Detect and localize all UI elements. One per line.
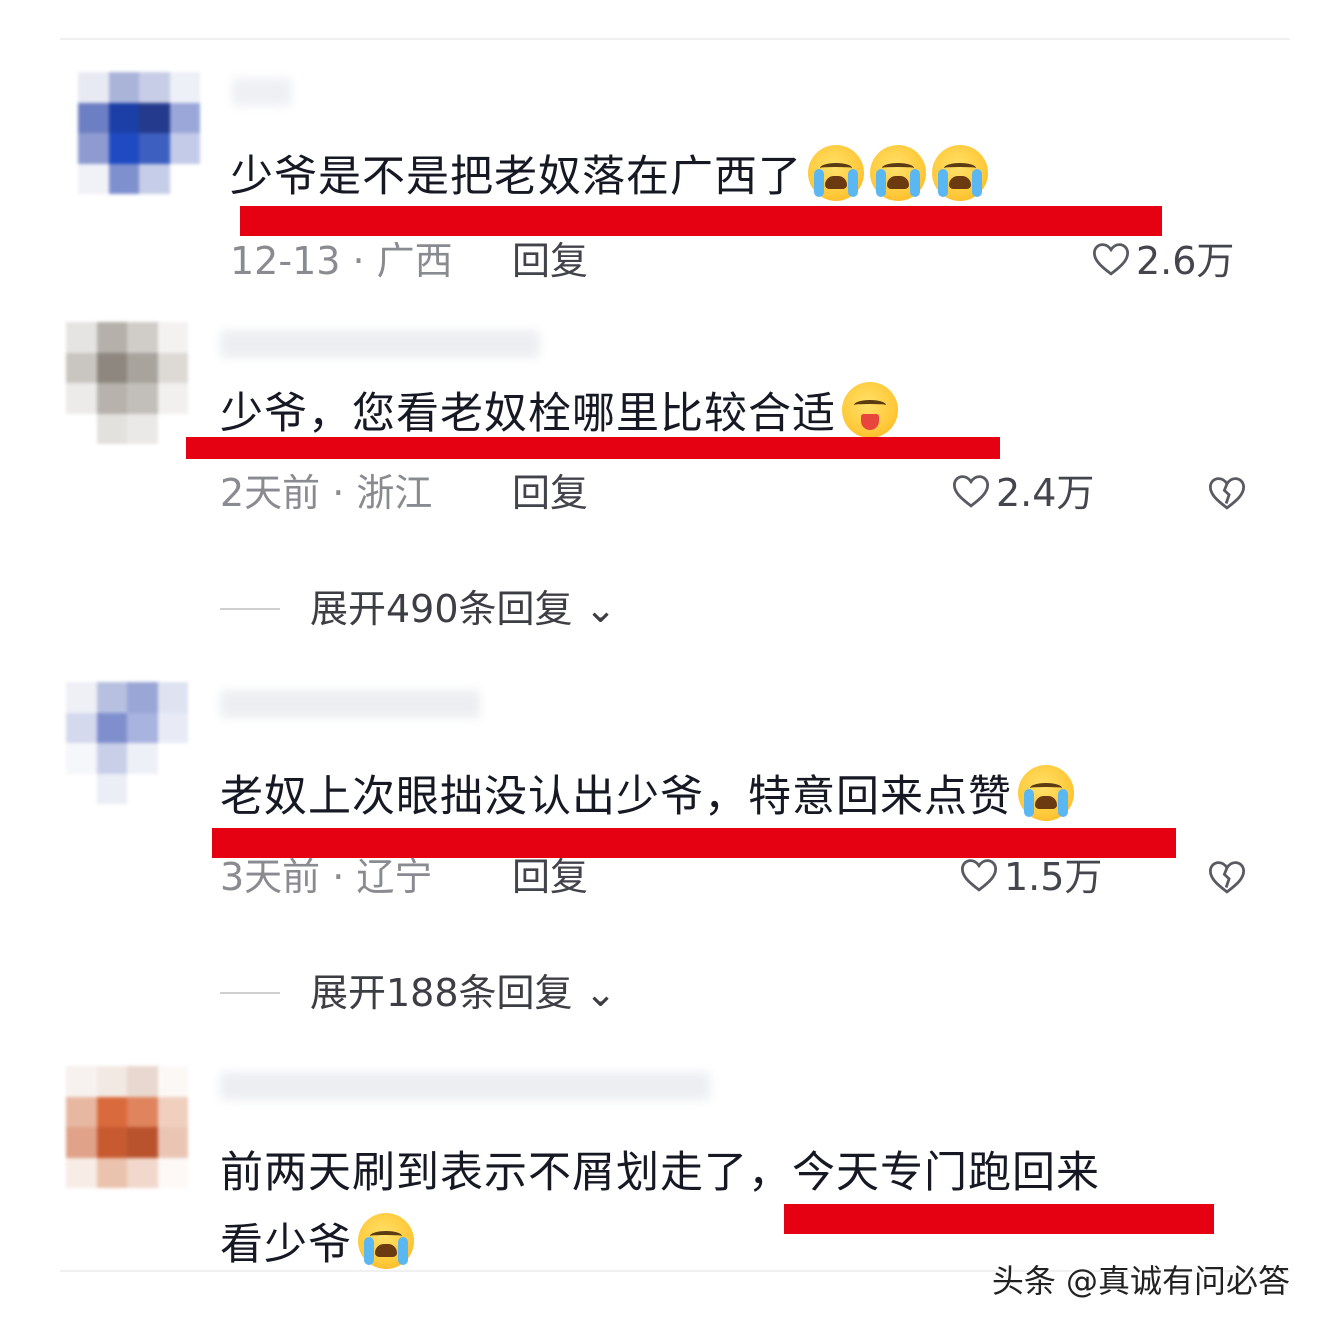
- username-blurred[interactable]: [232, 78, 292, 106]
- avatar[interactable]: [66, 322, 188, 444]
- comment-2-meta: 2天前 · 浙江: [220, 471, 433, 515]
- comment-text: 老奴上次眼拙没认出少爷，特意回来点赞: [220, 765, 1074, 827]
- dislike-icon[interactable]: [1206, 856, 1248, 898]
- chevron-down-icon: ⌄: [572, 971, 617, 1015]
- comment-3-text: 老奴上次眼拙没认出少爷，特意回来点赞: [220, 772, 1012, 822]
- dislike-icon[interactable]: [1206, 472, 1248, 514]
- comment-text: 少爷，您看老奴栓哪里比较合适: [220, 382, 898, 444]
- like-button[interactable]: 2.6万: [1090, 236, 1234, 286]
- username-blurred[interactable]: [220, 1072, 710, 1100]
- crying-emoji: [1018, 765, 1074, 821]
- avatar[interactable]: [78, 72, 200, 194]
- like-count: 2.4万: [996, 471, 1095, 515]
- crying-emoji: [932, 145, 988, 201]
- chevron-down-icon: ⌄: [572, 587, 617, 631]
- reply-button[interactable]: 回复: [512, 236, 588, 286]
- username-blurred[interactable]: [220, 690, 480, 718]
- comment-text: 少爷是不是把老奴落在广西了: [230, 145, 988, 207]
- crying-emoji: [870, 145, 926, 201]
- like-count: 2.6万: [1136, 239, 1235, 283]
- comment-4-text-line1: 前两天刷到表示不屑划走了，今天专门跑回来: [220, 1148, 1100, 1198]
- heart-icon: [1092, 243, 1130, 276]
- expand-replies-button[interactable]: 展开490条回复 ⌄: [220, 584, 616, 634]
- avatar[interactable]: [66, 1066, 188, 1188]
- expand-replies-button[interactable]: 展开188条回复 ⌄: [220, 968, 616, 1018]
- highlight-underline: [186, 437, 1000, 459]
- crying-emoji: [358, 1213, 414, 1269]
- comment-1-meta: 12-13 · 广西: [230, 239, 453, 283]
- expand-replies-label: 展开188条回复: [310, 971, 573, 1015]
- comment-3-meta: 3天前 · 辽宁: [220, 855, 433, 899]
- comment-text: 看少爷: [220, 1213, 414, 1275]
- divider-dash: [220, 608, 280, 610]
- reply-button[interactable]: 回复: [512, 852, 588, 902]
- like-button[interactable]: 2.4万: [950, 468, 1094, 518]
- reply-button[interactable]: 回复: [512, 468, 588, 518]
- heart-icon: [952, 475, 990, 508]
- highlight-underline: [240, 206, 1162, 236]
- comment-2-text: 少爷，您看老奴栓哪里比较合适: [220, 389, 836, 439]
- expand-replies-label: 展开490条回复: [310, 587, 573, 631]
- comment-4-text-line2: 看少爷: [220, 1220, 352, 1270]
- watermark: 头条 @真诚有问必答: [991, 1262, 1290, 1300]
- username-blurred[interactable]: [220, 330, 540, 358]
- avatar[interactable]: [66, 682, 188, 804]
- top-divider: [60, 38, 1290, 40]
- winking-tongue-emoji: [842, 382, 898, 438]
- divider-dash: [220, 992, 280, 994]
- highlight-underline: [784, 1204, 1214, 1234]
- heart-icon: [960, 859, 998, 892]
- comment-text: 前两天刷到表示不屑划走了，今天专门跑回来: [220, 1143, 1100, 1203]
- like-button[interactable]: 1.5万: [958, 852, 1102, 902]
- comment-1-text: 少爷是不是把老奴落在广西了: [230, 152, 802, 202]
- crying-emoji: [808, 145, 864, 201]
- like-count: 1.5万: [1004, 855, 1103, 899]
